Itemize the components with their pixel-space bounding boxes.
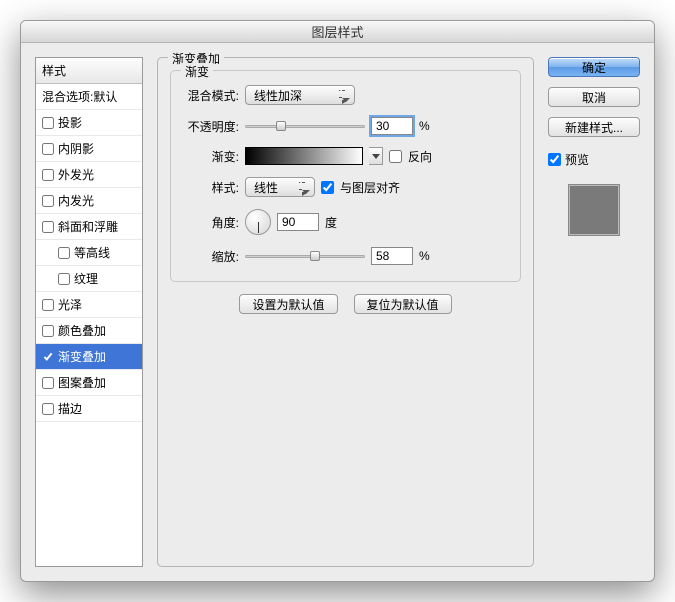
- preview-row: 预览: [548, 151, 640, 168]
- style-label: 样式:: [183, 179, 239, 196]
- style-checkbox[interactable]: [42, 299, 54, 311]
- scale-unit: %: [419, 249, 430, 263]
- style-row-4[interactable]: 斜面和浮雕: [36, 214, 142, 240]
- style-row-5[interactable]: 等高线: [36, 240, 142, 266]
- set-default-button[interactable]: 设置为默认值: [239, 294, 337, 314]
- blend-mode-select[interactable]: 线性加深: [245, 85, 355, 105]
- style-value: 线性: [254, 179, 278, 196]
- style-checkbox[interactable]: [58, 247, 70, 259]
- style-checkbox[interactable]: [42, 377, 54, 389]
- window-title: 图层样式: [311, 22, 363, 41]
- scale-input[interactable]: [371, 247, 413, 265]
- style-checkbox[interactable]: [42, 195, 54, 207]
- scale-slider[interactable]: [245, 249, 365, 263]
- angle-input[interactable]: [277, 213, 319, 231]
- preview-swatch: [568, 184, 620, 236]
- opacity-input[interactable]: [371, 117, 413, 135]
- layer-style-dialog: 图层样式 样式 混合选项:默认 投影内阴影外发光内发光斜面和浮雕等高线纹理光泽颜…: [20, 20, 655, 582]
- blend-mode-value: 线性加深: [254, 87, 302, 104]
- default-buttons-row: 设置为默认值 复位为默认值: [170, 294, 521, 314]
- style-row-label: 渐变叠加: [58, 348, 106, 365]
- style-row-8[interactable]: 颜色叠加: [36, 318, 142, 344]
- style-row-label: 等高线: [74, 244, 110, 261]
- opacity-label: 不透明度:: [183, 118, 239, 135]
- align-checkbox[interactable]: [321, 181, 334, 194]
- opacity-slider[interactable]: [245, 119, 365, 133]
- options-panel: 渐变叠加 渐变 混合模式: 线性加深 不透明度:: [157, 57, 534, 567]
- titlebar: 图层样式: [21, 21, 654, 43]
- opacity-row: 不透明度: %: [183, 117, 508, 135]
- style-row-2[interactable]: 外发光: [36, 162, 142, 188]
- angle-label: 角度:: [183, 214, 239, 231]
- dialog-content: 样式 混合选项:默认 投影内阴影外发光内发光斜面和浮雕等高线纹理光泽颜色叠加渐变…: [21, 43, 654, 581]
- style-checkbox[interactable]: [42, 117, 54, 129]
- style-row-3[interactable]: 内发光: [36, 188, 142, 214]
- style-row-label: 纹理: [74, 270, 98, 287]
- angle-dial[interactable]: [245, 209, 271, 235]
- inner-group-title: 渐变: [181, 63, 213, 80]
- preview-checkbox[interactable]: [548, 153, 561, 166]
- gradient-label: 渐变:: [183, 148, 239, 165]
- style-row-1[interactable]: 内阴影: [36, 136, 142, 162]
- style-row-0[interactable]: 投影: [36, 110, 142, 136]
- reset-default-button[interactable]: 复位为默认值: [354, 294, 452, 314]
- style-checkbox[interactable]: [42, 143, 54, 155]
- style-checkbox[interactable]: [42, 351, 54, 363]
- scale-label: 缩放:: [183, 248, 239, 265]
- reverse-checkbox[interactable]: [389, 150, 402, 163]
- style-list: 样式 混合选项:默认 投影内阴影外发光内发光斜面和浮雕等高线纹理光泽颜色叠加渐变…: [35, 57, 143, 567]
- ok-button[interactable]: 确定: [548, 57, 640, 77]
- style-checkbox[interactable]: [58, 273, 70, 285]
- style-row-label: 描边: [58, 400, 82, 417]
- gradient-overlay-group: 渐变叠加 渐变 混合模式: 线性加深 不透明度:: [157, 57, 534, 567]
- style-row-label: 内发光: [58, 192, 94, 209]
- angle-unit: 度: [325, 214, 337, 231]
- blending-options-label: 混合选项:默认: [42, 88, 117, 105]
- gradient-swatch[interactable]: [245, 147, 363, 165]
- style-row-label: 颜色叠加: [58, 322, 106, 339]
- style-row-11[interactable]: 描边: [36, 396, 142, 422]
- style-checkbox[interactable]: [42, 403, 54, 415]
- reverse-label: 反向: [408, 148, 432, 165]
- style-row-label: 光泽: [58, 296, 82, 313]
- style-checkbox[interactable]: [42, 169, 54, 181]
- style-row-label: 外发光: [58, 166, 94, 183]
- style-row: 样式: 线性 与图层对齐: [183, 177, 508, 197]
- right-pane: 确定 取消 新建样式... 预览: [548, 57, 640, 567]
- style-checkbox[interactable]: [42, 221, 54, 233]
- style-checkbox[interactable]: [42, 325, 54, 337]
- align-label: 与图层对齐: [340, 179, 400, 196]
- style-select[interactable]: 线性: [245, 177, 315, 197]
- new-style-button[interactable]: 新建样式...: [548, 117, 640, 137]
- blending-options-row[interactable]: 混合选项:默认: [36, 84, 142, 110]
- gradient-dropdown-caret[interactable]: [369, 147, 383, 165]
- style-row-label: 内阴影: [58, 140, 94, 157]
- gradient-row: 渐变: 反向: [183, 147, 508, 165]
- preview-label: 预览: [565, 151, 589, 168]
- angle-row: 角度: 度: [183, 209, 508, 235]
- style-row-10[interactable]: 图案叠加: [36, 370, 142, 396]
- style-row-7[interactable]: 光泽: [36, 292, 142, 318]
- style-list-header: 样式: [36, 58, 142, 84]
- style-row-6[interactable]: 纹理: [36, 266, 142, 292]
- blend-mode-row: 混合模式: 线性加深: [183, 85, 508, 105]
- style-row-label: 斜面和浮雕: [58, 218, 118, 235]
- style-row-9[interactable]: 渐变叠加: [36, 344, 142, 370]
- gradient-inner-group: 渐变 混合模式: 线性加深 不透明度:: [170, 70, 521, 282]
- style-row-label: 图案叠加: [58, 374, 106, 391]
- scale-row: 缩放: %: [183, 247, 508, 265]
- blend-mode-label: 混合模式:: [183, 87, 239, 104]
- opacity-unit: %: [419, 119, 430, 133]
- cancel-button[interactable]: 取消: [548, 87, 640, 107]
- style-row-label: 投影: [58, 114, 82, 131]
